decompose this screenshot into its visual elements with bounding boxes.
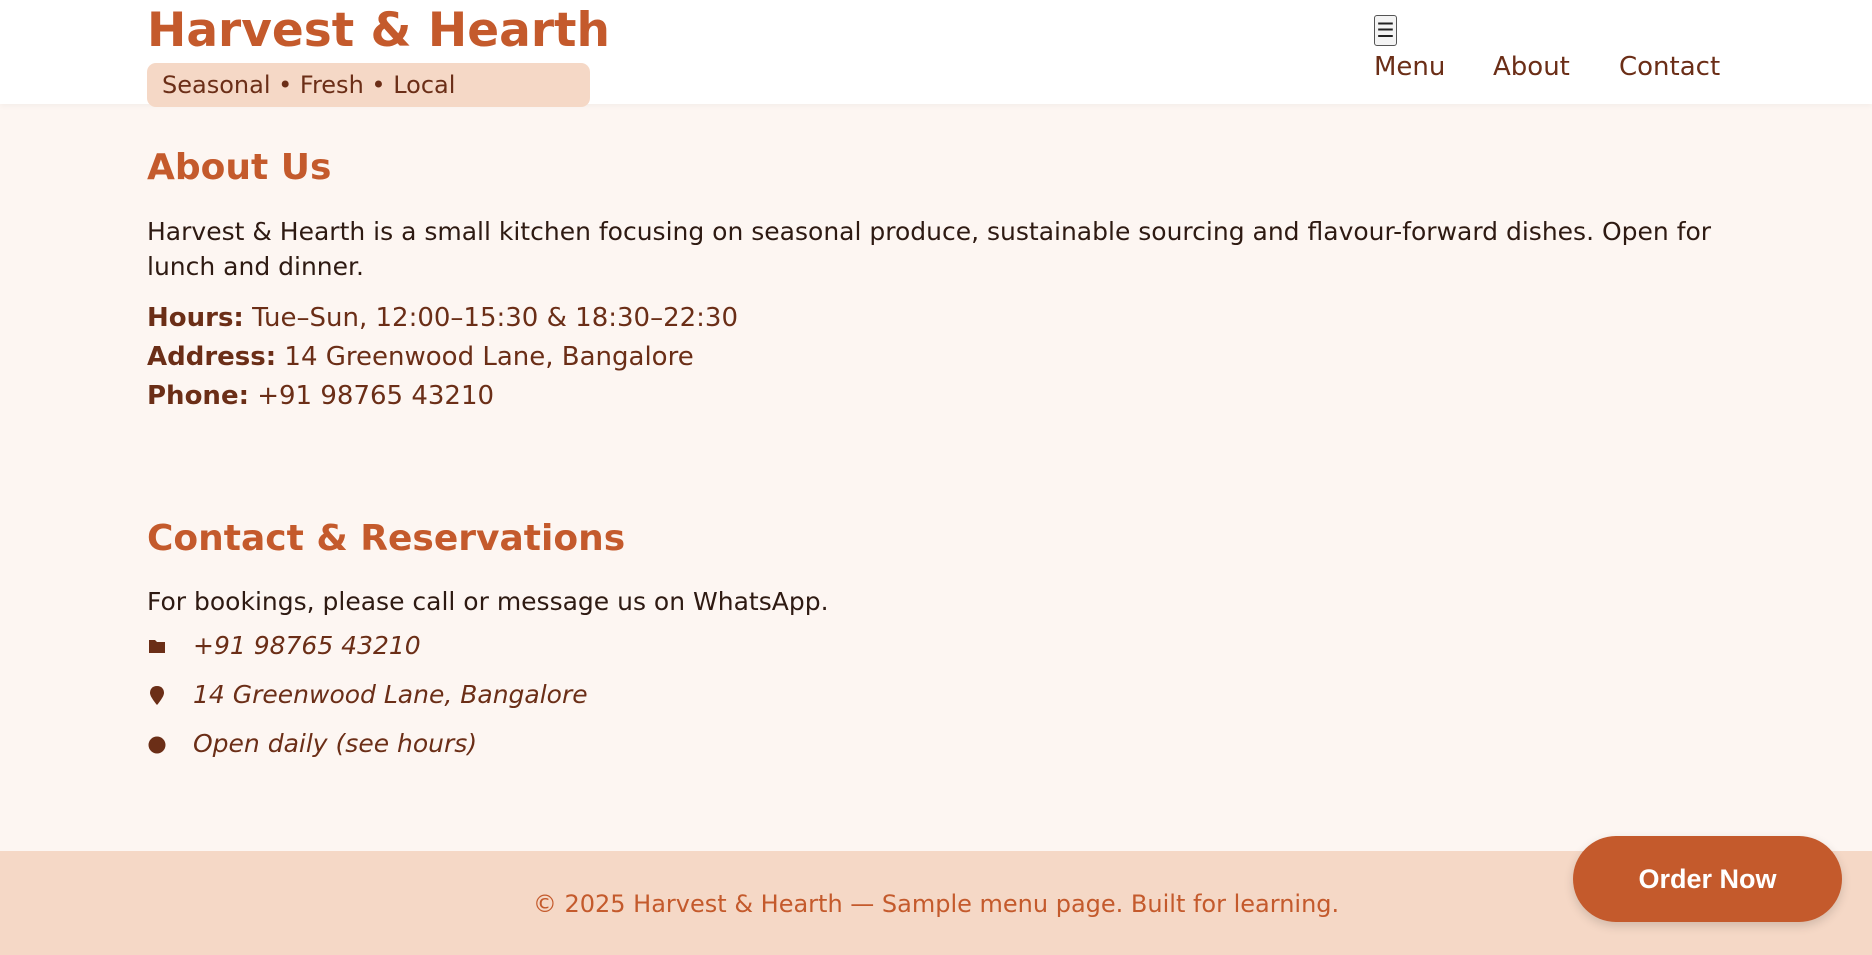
about-description: Harvest & Hearth is a small kitchen focu… [147, 217, 1712, 281]
nav-link-about[interactable]: About [1493, 50, 1570, 84]
about-heading: About Us [147, 147, 332, 188]
contact-phone-text: +91 98765 43210 [193, 631, 421, 660]
info-phone: Phone: +91 98765 43210 [147, 378, 494, 414]
info-hours: Hours: Tue–Sun, 12:00–15:30 & 18:30–22:3… [147, 300, 738, 336]
order-now-button[interactable]: Order Now [1573, 836, 1842, 922]
address-value: 14 Greenwood Lane, Bangalore [284, 342, 694, 372]
brand-title[interactable]: Harvest & Hearth [147, 2, 610, 60]
phone-icon [149, 640, 165, 653]
location-pin-icon [150, 686, 164, 705]
info-address: Address: 14 Greenwood Lane, Bangalore [147, 339, 694, 375]
contact-address-text: 14 Greenwood Lane, Bangalore [193, 680, 588, 709]
nav-link-menu[interactable]: Menu [1374, 50, 1445, 84]
contact-heading: Contact & Reservations [147, 518, 626, 559]
nav-link-contact[interactable]: Contact [1619, 50, 1720, 84]
site-header: Harvest & Hearth Seasonal • Fresh • Loca… [0, 0, 1872, 107]
brand-tagline: Seasonal • Fresh • Local [147, 63, 590, 107]
address-label: Address: [147, 342, 277, 372]
contact-hours-text: Open daily (see hours) [193, 729, 478, 758]
hours-label: Hours: [147, 303, 244, 333]
hours-value: Tue–Sun, 12:00–15:30 & 18:30–22:30 [252, 303, 739, 333]
menu-toggle-icon[interactable]: ☰ [1374, 15, 1397, 46]
clock-icon [148, 736, 166, 754]
phone-label: Phone: [147, 381, 249, 411]
contact-intro: For bookings, please call or message us … [147, 587, 829, 616]
phone-value: +91 98765 43210 [257, 381, 495, 411]
